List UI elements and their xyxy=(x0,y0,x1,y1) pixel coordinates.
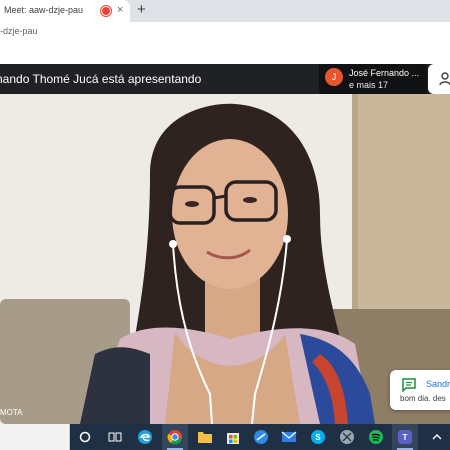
chrome-icon[interactable] xyxy=(162,424,188,450)
recording-indicator-icon xyxy=(102,7,110,15)
browser-tab-meet[interactable]: Meet: aaw-dzje-pau × xyxy=(0,0,130,22)
chat-sender: Sandr xyxy=(426,379,450,389)
people-button[interactable] xyxy=(428,64,450,94)
chat-icon xyxy=(402,378,416,392)
participant-more-count: e mais 17 xyxy=(349,80,389,90)
tray-chevron-icon[interactable] xyxy=(424,424,450,450)
video-tile xyxy=(0,94,450,424)
spotify-icon[interactable] xyxy=(363,424,389,450)
skype-icon[interactable]: S xyxy=(305,424,331,450)
address-text: -dzje-pau xyxy=(0,26,38,36)
edge-icon[interactable] xyxy=(132,424,158,450)
avatar: J xyxy=(325,68,343,86)
address-bar[interactable]: -dzje-pau xyxy=(0,22,450,42)
snipping-tool-icon[interactable] xyxy=(334,424,360,450)
file-explorer-icon[interactable] xyxy=(192,424,218,450)
tab-title: Meet: aaw-dzje-pau xyxy=(4,5,84,15)
chat-message: bom dia. des xyxy=(400,394,446,403)
participant-video-frame xyxy=(0,94,450,424)
new-tab-button[interactable]: + xyxy=(137,1,146,19)
browser-tab-strip: Meet: aaw-dzje-pau × + xyxy=(0,0,450,22)
browser-icon[interactable] xyxy=(248,424,274,450)
mail-icon[interactable] xyxy=(276,424,302,450)
chat-notification[interactable]: Sandr bom dia. des xyxy=(390,370,450,410)
tab-close-icon[interactable]: × xyxy=(117,3,123,17)
participant-tile-name: MOTA xyxy=(0,408,23,417)
person-icon xyxy=(439,72,450,86)
cortana-icon[interactable] xyxy=(72,424,98,450)
taskbar-search-box[interactable] xyxy=(0,424,70,450)
presenting-banner: nando Thomé Jucá está apresentando xyxy=(0,72,202,86)
participant-name: José Fernando ... xyxy=(349,68,420,78)
store-icon[interactable] xyxy=(220,424,246,450)
task-view-icon[interactable] xyxy=(102,424,128,450)
teams-icon[interactable]: T xyxy=(392,424,418,450)
browser-blank-strip xyxy=(0,42,450,64)
